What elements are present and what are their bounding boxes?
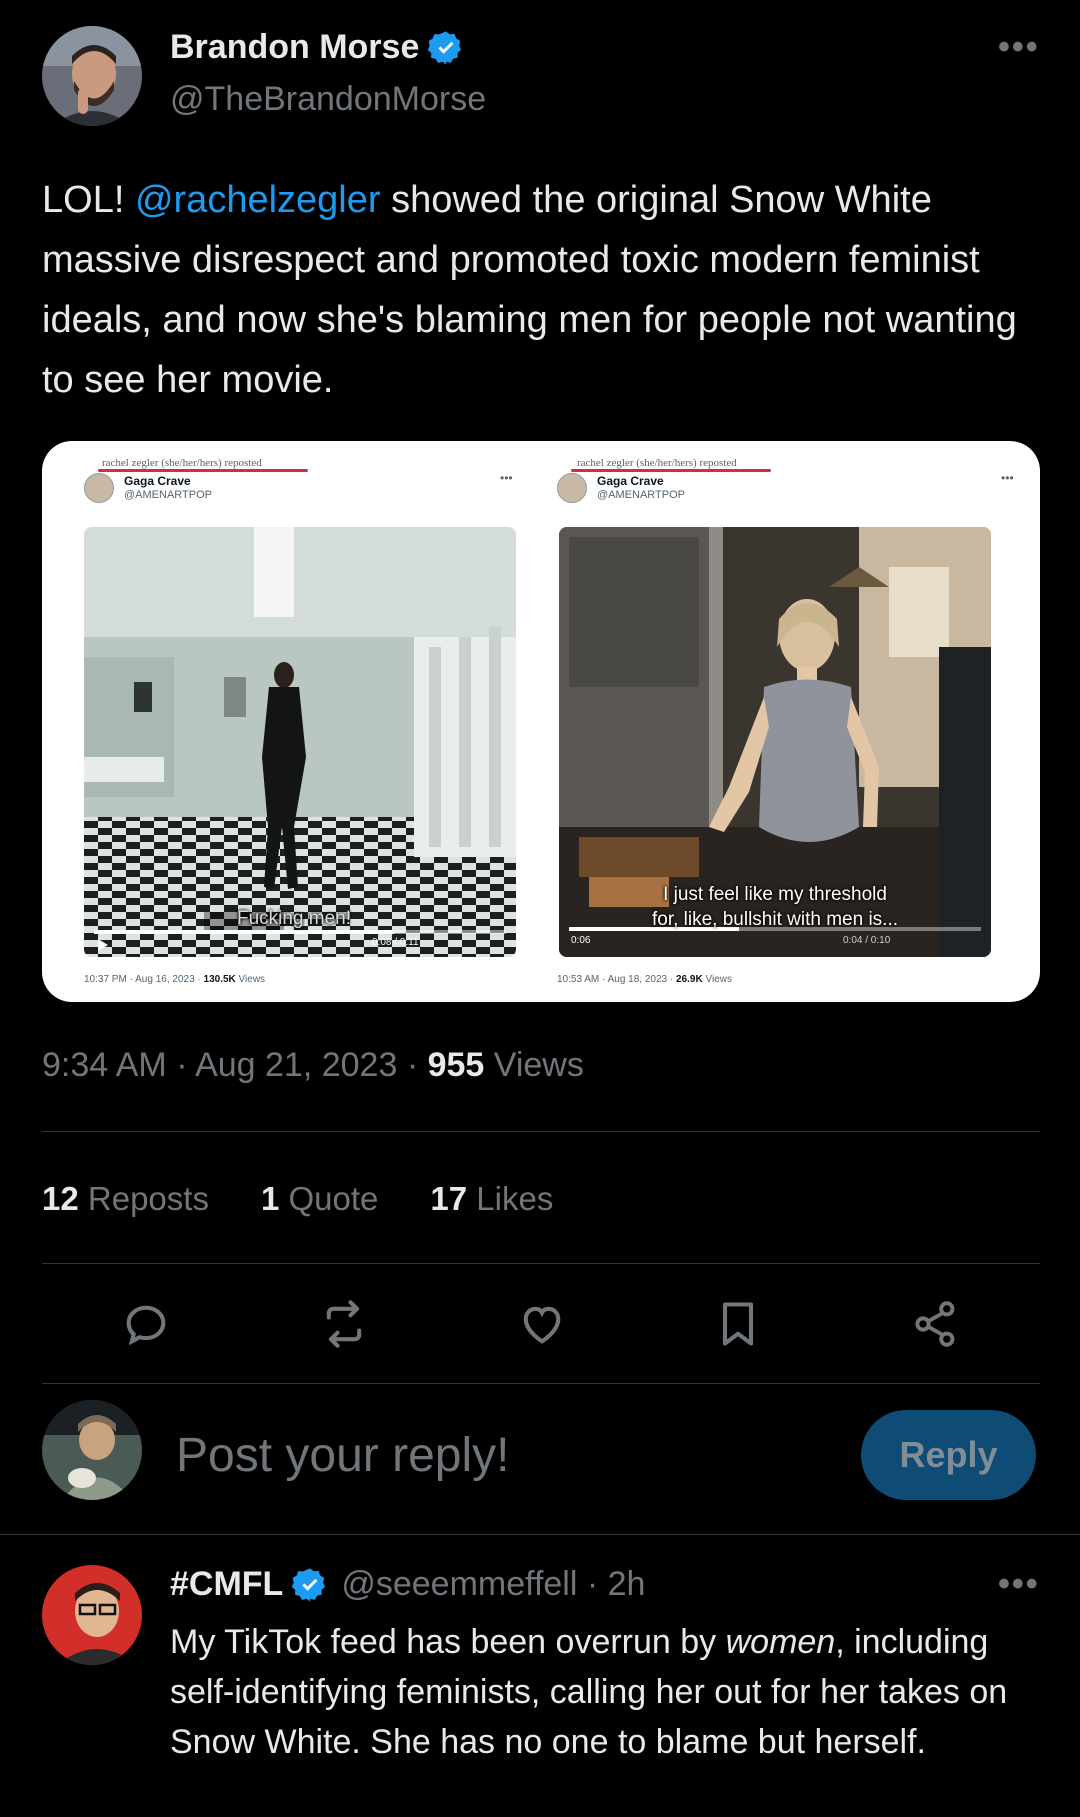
mini-footer-views-label-left: Views	[235, 974, 266, 985]
bathroom-scene	[84, 527, 516, 957]
repost-line-left: rachel zegler (she/her/hers) reposted	[102, 457, 262, 469]
quotes-label: Quote	[279, 1180, 379, 1217]
mini-footer-time-right: 10:53 AM · Aug 18, 2023 ·	[557, 974, 676, 985]
reply-author-handle[interactable]: @seeemmeffell · 2h	[341, 1565, 645, 1604]
author-avatar[interactable]	[42, 26, 142, 126]
red-underline-right	[571, 469, 771, 472]
red-underline-left	[98, 469, 308, 472]
mini-avatar-right	[557, 473, 587, 503]
divider-reply	[0, 1534, 1080, 1535]
reply-text-emphasis: women	[725, 1623, 836, 1661]
post-metadata: 9:34 AM · Aug 21, 2023 · 955 Views	[42, 1046, 584, 1085]
reply-button[interactable]: Reply	[861, 1410, 1036, 1500]
mini-footer-views-right: 26.9K	[675, 974, 703, 985]
verified-badge-icon	[428, 30, 462, 65]
repost-icon[interactable]	[318, 1298, 370, 1350]
subtitle-left: Fucking men!	[236, 908, 352, 929]
video-badge-right: 0:06	[571, 935, 591, 946]
mini-footer-left: 10:37 PM · Aug 16, 2023 · 130.5K Views	[84, 974, 265, 985]
reposts-count: 12	[42, 1180, 79, 1217]
views-count: 955	[427, 1046, 485, 1084]
repost-line-right: rachel zegler (she/her/hers) reposted	[577, 457, 737, 469]
mini-footer-time-left: 10:37 PM · Aug 16, 2023 ·	[84, 974, 204, 985]
mini-footer-views-left: 130.5K	[203, 974, 236, 985]
mention-link[interactable]: @rachelzegler	[135, 179, 381, 221]
verified-badge-icon	[292, 1567, 326, 1602]
reply-text: My TikTok feed has been overrun by women…	[170, 1617, 1050, 1767]
likes-count: 17	[430, 1180, 468, 1217]
bookmark-icon[interactable]	[712, 1298, 764, 1350]
mini-handle-right: @AMENARTPOP	[597, 489, 685, 501]
reply-author-line: #CMFL @seeemmeffell · 2h	[170, 1565, 645, 1604]
reply-author-name[interactable]: #CMFL	[170, 1565, 283, 1604]
mini-name-right: Gaga Crave	[597, 474, 664, 488]
reposts-stat[interactable]: 12 Reposts	[42, 1180, 209, 1218]
reply-author-avatar[interactable]	[42, 1565, 142, 1665]
subtitle-right-line1: I just feel like my threshold	[663, 884, 887, 905]
reply-more-options-icon[interactable]: •••	[998, 1565, 1040, 1604]
mini-avatar-left	[84, 473, 114, 503]
media-panel-right: rachel zegler (she/her/hers) reposted Ga…	[541, 441, 1040, 1002]
media-image[interactable]: rachel zegler (she/her/hers) reposted Ga…	[42, 441, 1040, 1002]
divider-top	[42, 1131, 1040, 1132]
engagement-stats: 12 Reposts 1 Quote 17 Likes	[42, 1180, 605, 1218]
reposts-label: Reposts	[78, 1180, 209, 1217]
reply-text-1: My TikTok feed has been overrun by	[170, 1623, 726, 1661]
mini-dots-left: •••	[500, 471, 513, 485]
more-options-icon[interactable]: •••	[998, 28, 1040, 67]
likes-label: Likes	[467, 1180, 554, 1217]
mini-footer-views-label-right: Views	[702, 974, 732, 985]
subtitle-right-line2: for, like, bullshit with men is...	[651, 909, 899, 930]
share-icon[interactable]	[910, 1298, 962, 1350]
video-time-right: 0:04 / 0:10	[843, 935, 891, 946]
divider-bottom	[42, 1383, 1040, 1384]
quotes-stat[interactable]: 1 Quote	[261, 1180, 378, 1218]
media-panel-left: rachel zegler (she/her/hers) reposted Ga…	[42, 441, 541, 1002]
user-avatar[interactable]	[42, 1400, 142, 1500]
divider-mid	[42, 1263, 1040, 1264]
post-timestamp[interactable]: 9:34 AM · Aug 21, 2023 ·	[42, 1046, 428, 1084]
reply-input[interactable]: Post your reply!	[176, 1428, 509, 1483]
quotes-count: 1	[260, 1180, 280, 1217]
post-text: LOL! @rachelzegler showed the original S…	[42, 170, 1042, 410]
reply-icon[interactable]	[120, 1298, 172, 1350]
mini-handle-left: @AMENARTPOP	[124, 489, 212, 501]
mini-name-left: Gaga Crave	[124, 474, 191, 488]
author-name-line: Brandon Morse	[170, 28, 465, 67]
likes-stat[interactable]: 17 Likes	[430, 1180, 553, 1218]
video-left: Fucking men! 0:08 / 0:11	[84, 527, 516, 957]
video-right: I just feel like my threshold for, like,…	[559, 527, 991, 957]
author-name[interactable]: Brandon Morse	[170, 28, 419, 67]
like-icon[interactable]	[516, 1298, 568, 1350]
video-time-left: 0:08 / 0:11	[372, 937, 419, 948]
post-text-start: LOL!	[42, 179, 135, 221]
mini-dots-right: •••	[1001, 471, 1014, 485]
author-handle[interactable]: @TheBrandonMorse	[170, 80, 486, 119]
mini-footer-right: 10:53 AM · Aug 18, 2023 · 26.9K Views	[557, 974, 732, 985]
views-label: Views	[484, 1046, 584, 1084]
